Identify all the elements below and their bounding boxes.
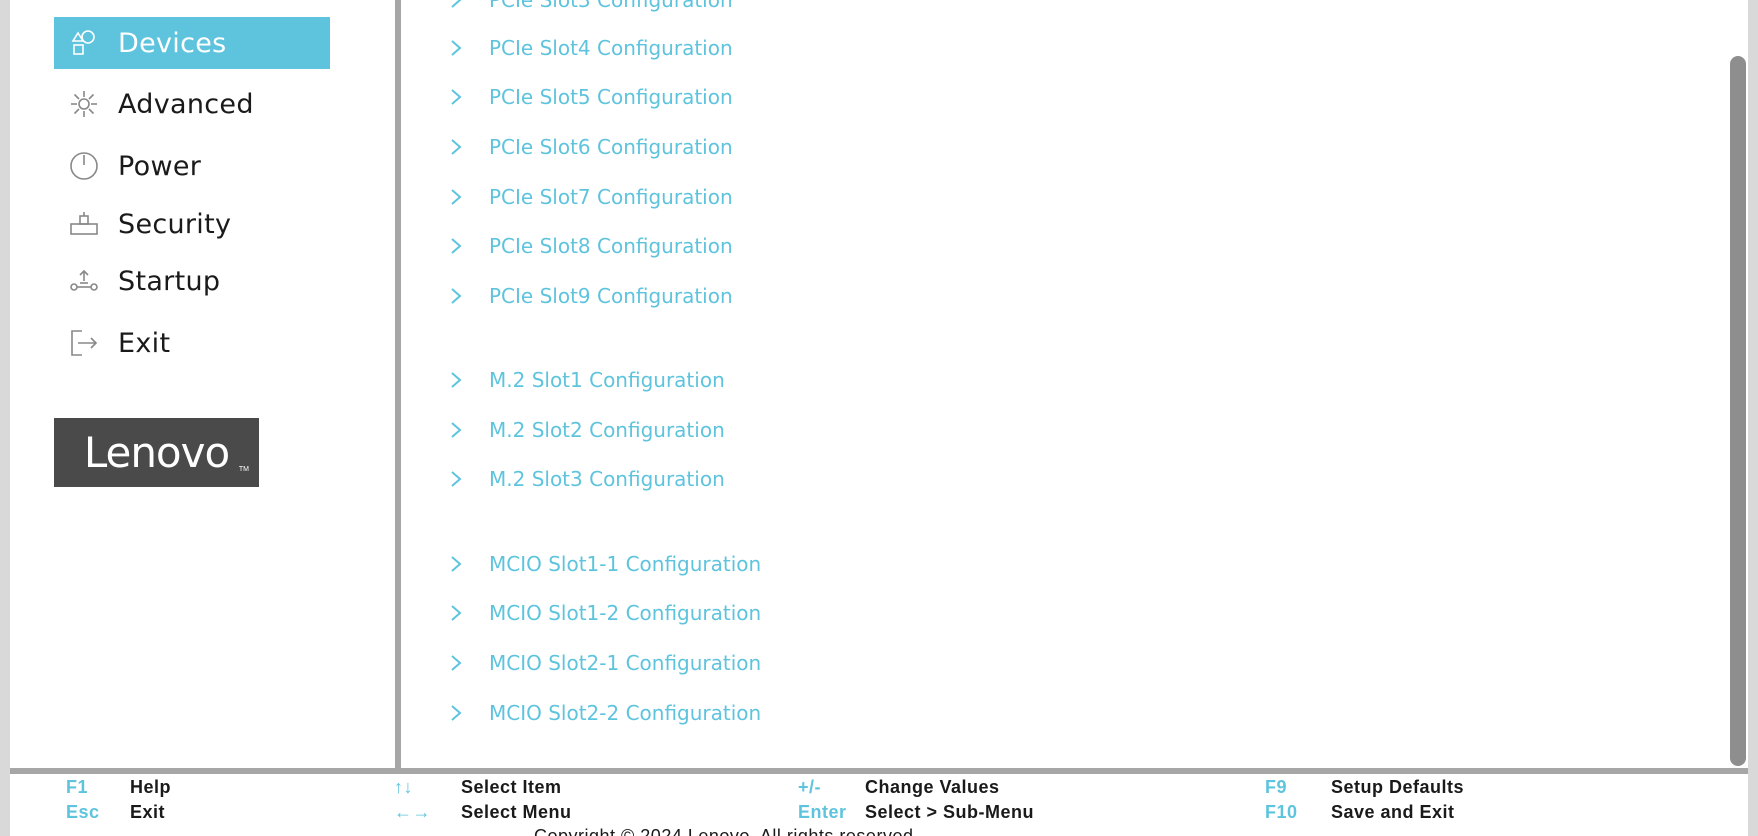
chevron-right-icon [451,40,462,56]
chevron-right-icon [451,189,462,205]
sidebar-item-startup[interactable]: Startup [54,255,330,307]
menu-item-label: M.2 Slot1 Configuration [489,368,725,392]
chevron-right-icon [451,288,462,304]
key-f9: F9 [1265,777,1288,797]
menu-item-label: PCIe Slot4 Configuration [489,36,733,60]
exit-icon [71,330,98,356]
sidebar-item-security[interactable]: Security [54,198,330,250]
chevron-right-icon [451,605,462,621]
key-f1: F1 [66,777,89,797]
key-up-down-desc: Select Item [461,777,562,797]
menu-item-pcie-slot5[interactable]: PCIe Slot5 Configuration [447,80,733,114]
menu-item-label: PCIe Slot8 Configuration [489,234,733,258]
menu-item-pcie-slot9[interactable]: PCIe Slot9 Configuration [447,279,733,313]
sidebar-item-label: Startup [118,265,221,297]
menu-item-label: M.2 Slot3 Configuration [489,467,725,491]
logo-trademark: TM [238,466,249,473]
key-f1-desc: Help [130,777,172,797]
menu-item-pcie-slot3[interactable]: PCIe Slot3 Configuration [447,0,733,17]
sidebar-item-label: Advanced [118,88,254,120]
devices-menu-list: PCIe Slot3 Configuration PCIe Slot4 Conf… [401,0,1731,768]
menu-item-label: PCIe Slot6 Configuration [489,135,733,159]
bios-setup-window: Devices Advanced Power Security Startup … [10,0,1748,836]
key-esc: Esc [66,802,100,822]
key-up-down: ↑↓ [394,777,413,797]
lenovo-logo: Lenovo TM [54,418,259,487]
power-icon [70,152,98,180]
sidebar-item-advanced[interactable]: Advanced [54,78,330,130]
chevron-right-icon [451,556,462,572]
security-icon [70,212,98,235]
sidebar-item-label: Power [118,150,202,182]
menu-item-label: M.2 Slot2 Configuration [489,418,725,442]
sidebar-item-label: Security [118,208,232,240]
menu-item-pcie-slot6[interactable]: PCIe Slot6 Configuration [447,130,733,164]
chevron-right-icon [451,238,462,254]
sidebar-item-power[interactable]: Power [54,140,330,192]
menu-item-label: PCIe Slot9 Configuration [489,284,733,308]
menu-item-pcie-slot4[interactable]: PCIe Slot4 Configuration [447,31,733,65]
menu-item-label: MCIO Slot1-1 Configuration [489,552,762,576]
menu-item-label: PCIe Slot5 Configuration [489,85,733,109]
sidebar: Devices Advanced Power Security Startup … [10,0,396,768]
menu-item-label: MCIO Slot1-2 Configuration [489,601,762,625]
menu-item-pcie-slot7[interactable]: PCIe Slot7 Configuration [447,180,733,214]
key-f10-desc: Save and Exit [1331,802,1455,822]
chevron-right-icon [451,89,462,105]
copyright-text: Copyright © 2024 Lenovo. All rights rese… [534,826,919,836]
chevron-right-icon [451,372,462,388]
menu-item-m2-slot3[interactable]: M.2 Slot3 Configuration [447,462,725,496]
chevron-right-icon [451,422,462,438]
logo-text: Lenovo [83,428,230,477]
chevron-right-icon [451,471,462,487]
sidebar-item-label: Devices [118,27,227,59]
sidebar-item-exit[interactable]: Exit [54,317,330,369]
vertical-scrollbar[interactable] [1726,0,1748,768]
menu-item-label: PCIe Slot3 Configuration [489,0,733,12]
key-left-right-desc: Select Menu [461,802,572,822]
key-f10: F10 [1265,802,1298,822]
menu-item-mcio-slot2-2[interactable]: MCIO Slot2-2 Configuration [447,696,761,730]
menu-item-mcio-slot1-2[interactable]: MCIO Slot1-2 Configuration [447,596,761,630]
chevron-right-icon [451,705,462,721]
chevron-right-icon [451,139,462,155]
menu-item-label: MCIO Slot2-2 Configuration [489,701,762,725]
key-enter-desc: Select > Sub-Menu [865,802,1035,822]
advanced-icon [71,91,97,117]
menu-item-label: PCIe Slot7 Configuration [489,185,733,209]
chevron-right-icon [451,0,462,8]
menu-item-pcie-slot8[interactable]: PCIe Slot8 Configuration [447,229,733,263]
menu-item-mcio-slot2-1[interactable]: MCIO Slot2-1 Configuration [447,646,761,680]
key-enter: Enter [798,802,847,822]
sidebar-item-label: Exit [118,327,171,359]
startup-icon [70,269,98,291]
chevron-right-icon [451,655,462,671]
menu-item-label: MCIO Slot2-1 Configuration [489,651,762,675]
sidebar-item-devices[interactable]: Devices [54,17,330,69]
key-f9-desc: Setup Defaults [1331,777,1465,797]
key-plus-minus: +/- [798,777,822,797]
scrollbar-thumb[interactable] [1730,56,1746,766]
key-plus-minus-desc: Change Values [865,777,1000,797]
key-esc-desc: Exit [130,802,166,822]
menu-item-mcio-slot1-1[interactable]: MCIO Slot1-1 Configuration [447,547,761,581]
menu-item-m2-slot1[interactable]: M.2 Slot1 Configuration [447,363,725,397]
menu-item-m2-slot2[interactable]: M.2 Slot2 Configuration [447,413,725,447]
devices-icon [71,30,95,55]
key-left-right: ←→ [394,802,431,822]
